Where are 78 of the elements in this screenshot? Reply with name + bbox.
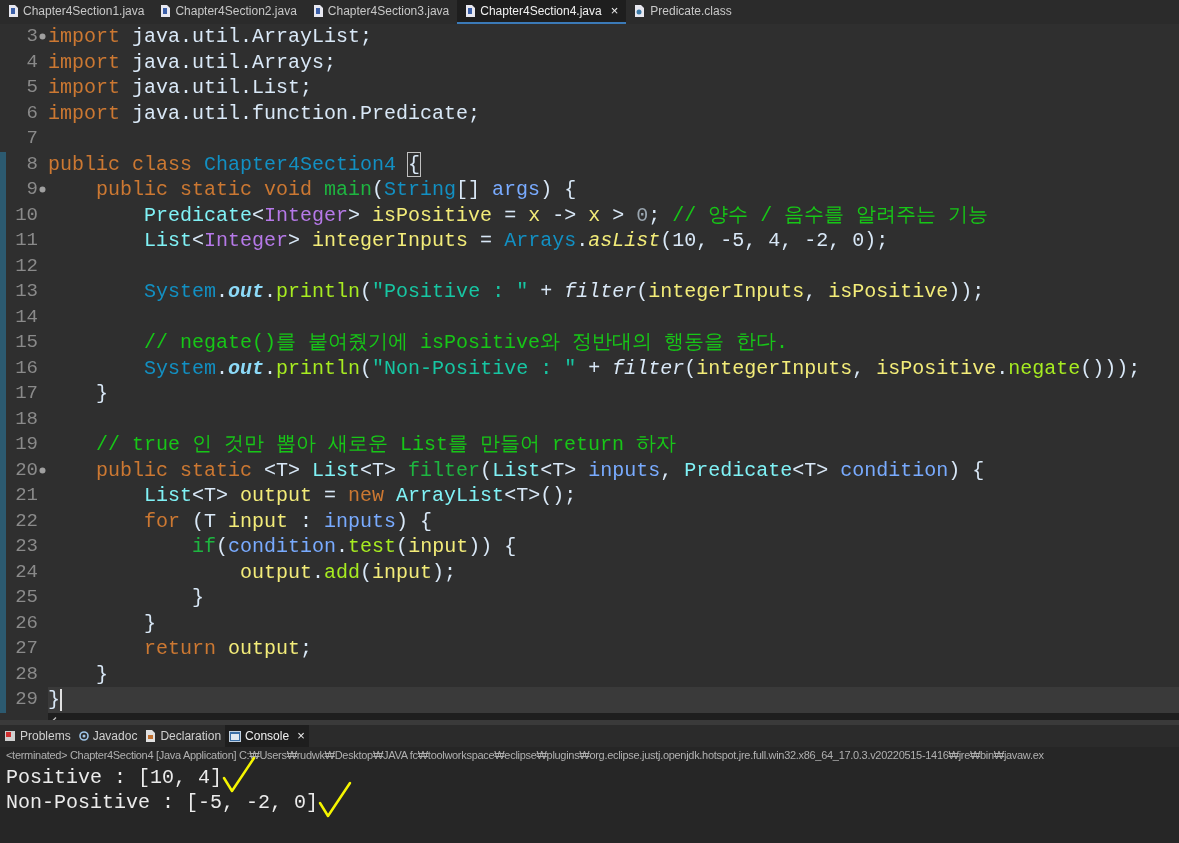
code-line: System.out.println("Positive : " + filter(integerInputs, isPositive)); [143,279,985,305]
editor-tab[interactable]: Chapter4Section4.java × [457,0,627,24]
java-file-icon [160,5,171,17]
code-line: } [95,381,108,407]
console-header: <terminated> Chapter4Section4 [Java Application] C:₩Users₩rudwk₩Desktop₩JAVA fc₩toolworkspace₩eclipse₩plugins₩org.eclipse.justj.openjdk.hotspot.jre.full.win32.x86_64_17.0.3.v20220515-1416₩jre₩bin₩javaw.ex [6,747,1044,763]
document-icon [145,730,157,742]
java-file-icon [8,5,18,17]
line-number: 19 [15,432,38,457]
editor-tab[interactable]: Chapter4Section1.java [0,0,153,24]
line-number: 20 [15,457,38,483]
line-number: 17 [15,381,38,406]
code-line: } [143,610,157,636]
line-number: 11 [15,228,38,253]
panel-tab[interactable]: Console × [225,725,309,747]
code-line: List<T> output = new ArrayList<T>(); [143,483,577,509]
editor-tab[interactable]: Chapter4Section2.java [152,0,305,24]
code-line: List<Integer> integerInputs = Arrays.asList(10, -5, 4, -2, 0); [143,228,889,254]
code-line: } [48,687,60,713]
code-line: public class Chapter4Section4 { [48,151,421,177]
line-number: 22 [15,508,38,534]
close-icon[interactable]: × [610,1,619,21]
line-number: 15 [15,330,38,355]
code-line: // true 인 것만 뽑아 새로운 List를 만들어 return 하자 [95,432,677,458]
line-number: 14 [15,304,38,330]
line-number: 6 [26,100,38,126]
code-line: public static <T> List<T> filter(List<T> inputs, Predicate<T> condition) { [95,457,985,483]
class-file-icon [634,5,646,17]
code-line: Predicate<Integer> isPositive = x -> x > 0; // 양수 / 음수를 알려주는 기능 [143,202,989,228]
line-number: 5 [26,75,38,100]
java-file-icon [465,5,476,17]
line-number: 3 [26,24,38,49]
line-number: 13 [15,279,38,304]
code-line: } [191,585,205,611]
at-sign-icon [78,731,89,741]
panel-tab[interactable]: Declaration [141,725,226,747]
problems-icon [4,730,16,742]
line-number: 8 [26,151,38,177]
fold-marker-icon[interactable] [39,466,46,474]
line-number: 24 [15,559,38,585]
line-number: 27 [15,636,38,661]
code-line: } [95,661,108,687]
panel-tab[interactable]: Problems [0,725,75,747]
line-number: 23 [15,534,38,559]
code-line: for (T input : inputs) { [143,508,433,534]
code-line: output.add(input); [239,559,457,585]
console-output-line: Positive : [10, 4] [6,765,223,790]
java-file-icon [312,5,323,17]
code-line: import java.util.function.Predicate; [48,100,481,126]
line-number: 4 [26,49,38,75]
code-line: public static void main(String[] args) { [95,177,577,203]
code-line: if(condition.test(input)) { [191,534,517,560]
line-number: 18 [15,406,38,432]
code-line: // negate()를 붙여줬기에 isPositive와 정반대의 행동을 한다. [143,330,789,356]
code-line: import java.util.List; [48,75,313,101]
line-number: 9 [26,177,38,202]
line-number: 25 [15,585,38,610]
text-cursor [60,688,62,711]
line-number: 21 [15,483,38,508]
line-number: 26 [15,610,38,636]
panel-tab[interactable]: Javadoc [74,725,142,747]
console-output-line: Non-Positive : [-5, -2, 0] [6,790,319,815]
line-number: 29 [15,687,38,712]
line-number: 28 [15,661,38,687]
editor-tab[interactable]: Predicate.class [626,0,740,24]
line-number: 16 [15,355,38,381]
fold-marker-icon[interactable] [39,186,46,193]
line-number: 10 [15,202,38,228]
code-line: return output; [143,636,313,662]
line-number: 12 [15,253,38,279]
check-mark-icon [318,781,353,819]
editor-tab[interactable]: Chapter4Section3.java [304,0,458,24]
code-line: System.out.println("Non-Positive : " + filter(integerInputs, isPositive.negate())); [143,355,1141,381]
fold-marker-icon[interactable] [39,33,46,40]
console-icon [229,730,242,742]
line-number: 7 [26,126,38,151]
code-line: import java.util.ArrayList; [48,24,373,50]
close-icon[interactable]: × [297,726,305,746]
code-line: import java.util.Arrays; [48,49,337,75]
